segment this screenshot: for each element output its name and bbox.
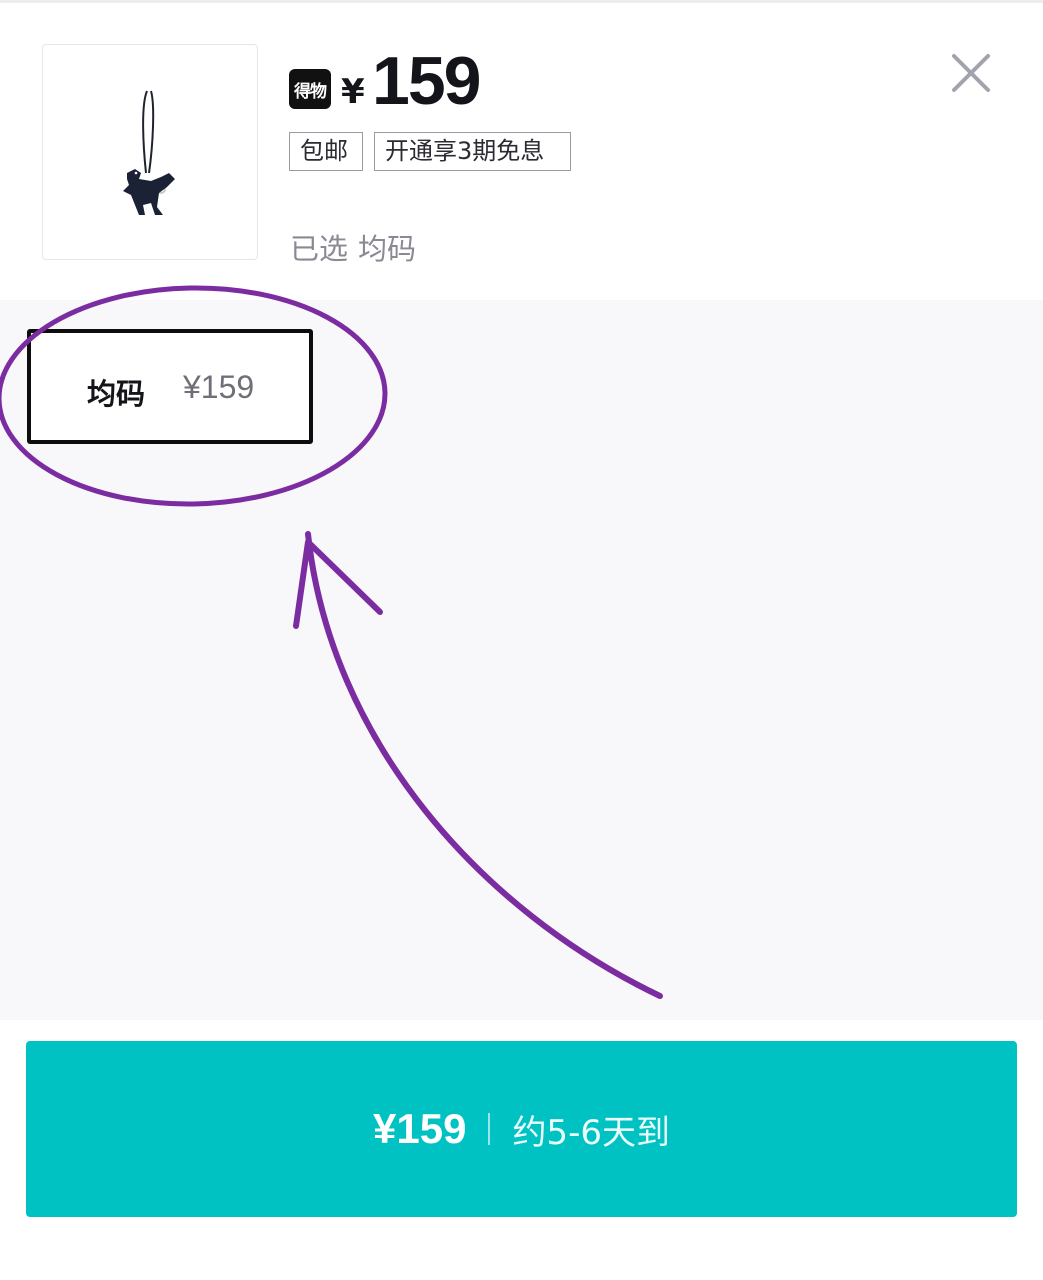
close-button[interactable] xyxy=(948,50,994,96)
price-currency-symbol: ¥ xyxy=(341,72,365,112)
buy-button-price: ¥159 xyxy=(373,1105,467,1152)
buy-button-divider xyxy=(488,1113,491,1145)
free-shipping-tag: 包邮 xyxy=(289,132,363,171)
selected-value: 均码 xyxy=(358,232,417,266)
selected-size-summary: 已选 均码 xyxy=(290,226,416,268)
brand-badge: 得物 xyxy=(289,69,331,109)
buy-button[interactable]: ¥159 约5-6天到 xyxy=(26,1041,1017,1217)
close-icon xyxy=(952,54,990,92)
top-divider xyxy=(0,0,1043,3)
size-option-label: 均码 xyxy=(87,377,146,411)
size-option-price: ¥159 xyxy=(183,369,255,405)
buy-button-delivery: 约5-6天到 xyxy=(512,1112,670,1153)
product-image xyxy=(42,44,258,260)
price-value: 159 xyxy=(372,43,481,119)
installment-tag: 开通享3期免息 xyxy=(374,132,571,171)
selected-label: 已选 xyxy=(290,232,349,266)
dinosaur-keychain-image xyxy=(123,90,175,215)
size-option[interactable]: 均码 ¥159 xyxy=(27,329,313,444)
